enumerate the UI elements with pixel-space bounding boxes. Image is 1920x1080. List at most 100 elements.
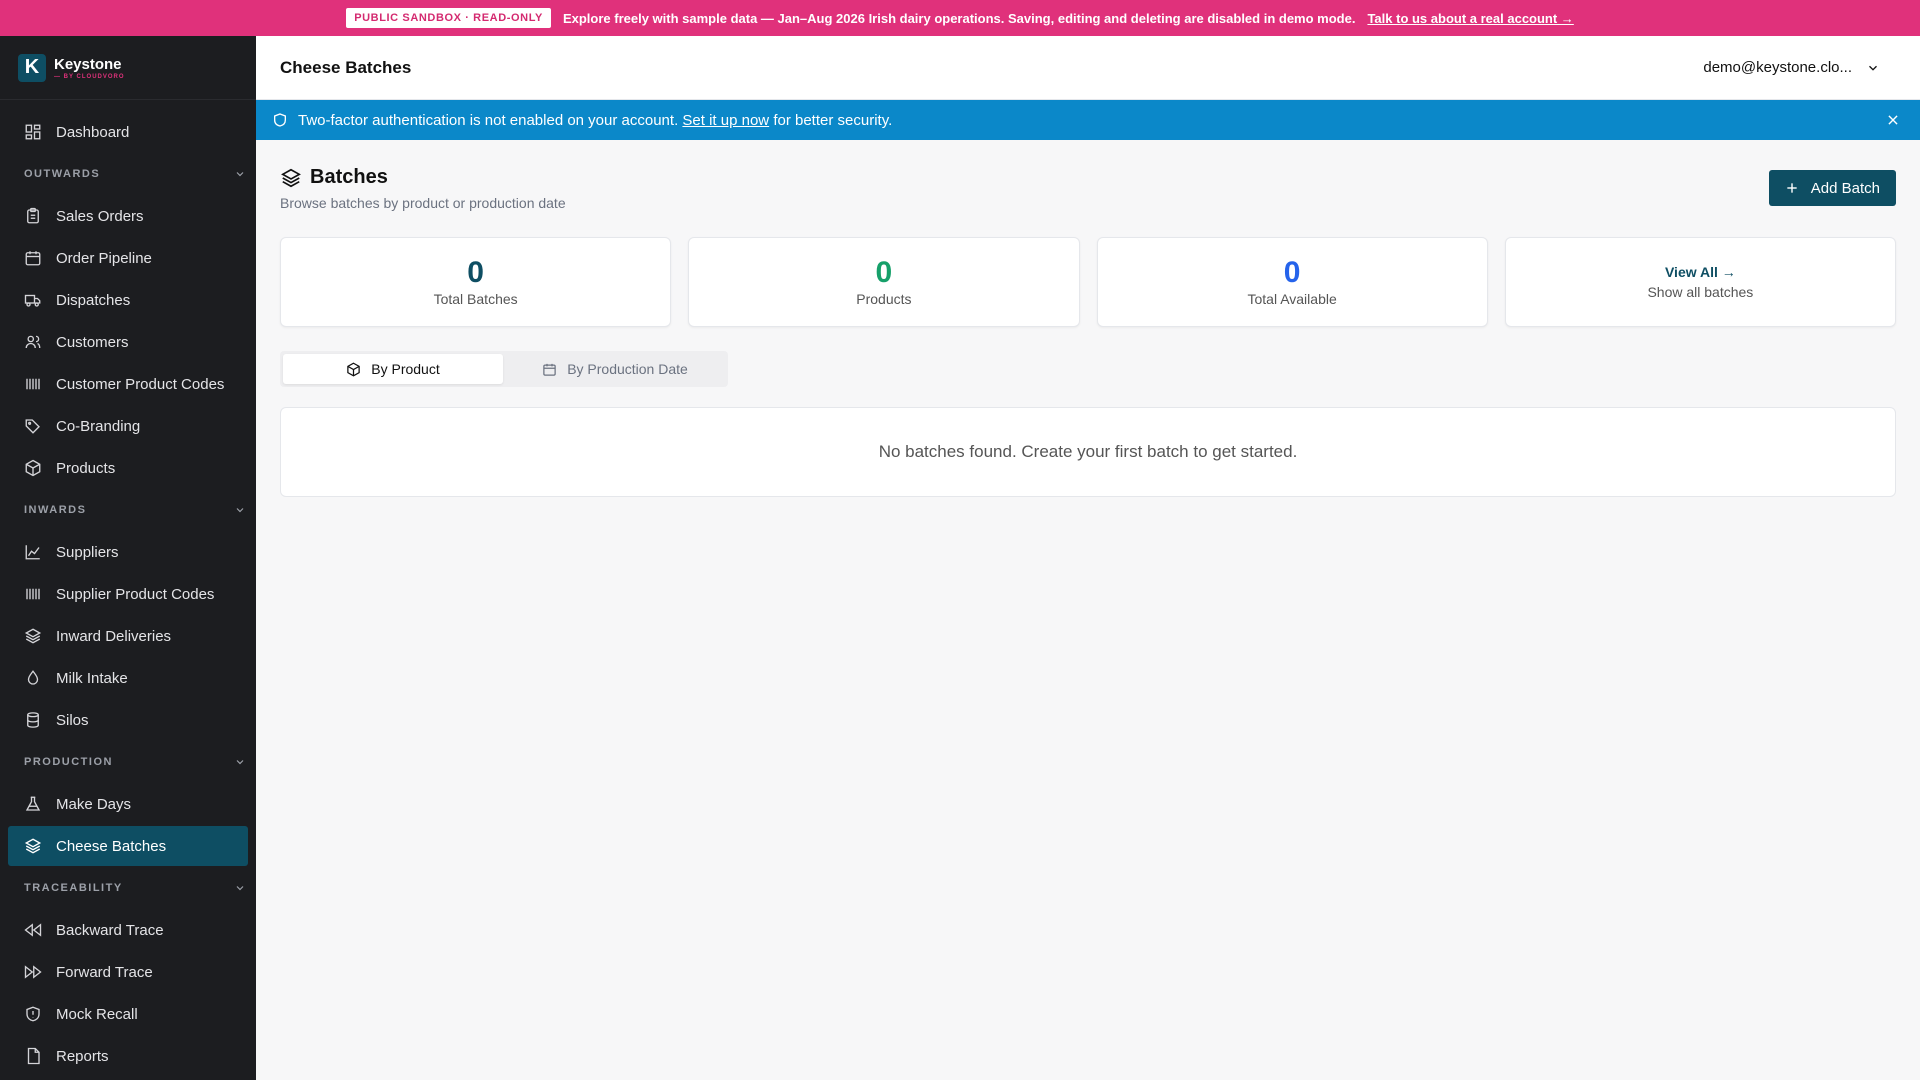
alert-text-after: for better security.	[773, 111, 893, 129]
calendar-icon	[25, 251, 41, 266]
tab-label: By Production Date	[567, 361, 688, 377]
layers-icon	[281, 168, 301, 187]
sidebar-item-sales-orders[interactable]: Sales Orders	[8, 196, 248, 236]
flask-icon	[25, 796, 41, 811]
sidebar-section-inwards[interactable]: INWARDS	[0, 490, 256, 530]
sidebar-item-label: Reports	[56, 1047, 109, 1065]
brand[interactable]: K Keystone — BY CLOUDVORO	[0, 36, 256, 100]
view-all-sub: Show all batches	[1647, 284, 1754, 300]
stat-value: 0	[875, 256, 893, 289]
dashboard-icon	[25, 124, 41, 140]
empty-state: No batches found. Create your first batc…	[280, 407, 1896, 497]
sidebar: K Keystone — BY CLOUDVORO Dashboard OUTW…	[0, 36, 256, 1080]
sidebar-section-production[interactable]: PRODUCTION	[0, 742, 256, 782]
sidebar-item-backward-trace[interactable]: Backward Trace	[8, 910, 248, 950]
brand-logo: K	[18, 53, 46, 82]
chevron-down-icon	[236, 886, 244, 891]
page-subtitle: Browse batches by product or production …	[280, 195, 566, 211]
stat-value: 0	[467, 256, 484, 289]
brand-name: Keystone	[54, 55, 122, 73]
package-open-icon	[24, 628, 42, 644]
sidebar-item-cheese-batches[interactable]: Cheese Batches	[8, 826, 248, 866]
chevron-down-icon	[236, 760, 244, 765]
tags-icon	[25, 419, 40, 434]
sidebar-item-products[interactable]: Products	[8, 448, 248, 488]
sidebar-item-supplier-product-codes[interactable]: Supplier Product Codes	[8, 574, 248, 614]
view-tabs: By Product By Production Date	[280, 351, 728, 387]
section-title: PRODUCTION	[24, 756, 113, 768]
barcode-icon	[26, 378, 40, 390]
stat-label: Total Batches	[433, 291, 518, 307]
sidebar-item-co-branding[interactable]: Co-Branding	[8, 406, 248, 446]
sidebar-item-milk-intake[interactable]: Milk Intake	[8, 658, 248, 698]
setup-2fa-link[interactable]: Set it up now	[682, 112, 769, 129]
section-title: INWARDS	[24, 504, 87, 516]
sidebar-item-label: Dashboard	[56, 123, 130, 141]
sidebar-item-label: Forward Trace	[56, 963, 153, 981]
sidebar-item-label: Dispatches	[56, 291, 131, 309]
page-title: Batches	[280, 166, 566, 189]
user-menu[interactable]: demo@keystone.clo...	[1703, 59, 1880, 76]
close-icon[interactable]	[1886, 113, 1900, 127]
sidebar-nav: Dashboard OUTWARDS Sales Orders Order Pipe…	[0, 100, 256, 1076]
chevron-down-icon	[236, 172, 244, 177]
package-icon	[25, 459, 41, 477]
view-all-card[interactable]: View All → Show all batches	[1504, 237, 1896, 327]
clipboard-icon	[27, 207, 39, 224]
factory-icon	[25, 545, 40, 560]
sidebar-item-label: Milk Intake	[56, 669, 128, 687]
shield-icon	[274, 113, 286, 127]
sidebar-item-mock-recall[interactable]: Mock Recall	[8, 994, 248, 1034]
tab-label: By Product	[371, 361, 440, 377]
sidebar-item-label: Products	[56, 459, 116, 477]
fast-forward-icon	[24, 965, 42, 979]
file-icon	[27, 1047, 40, 1065]
sidebar-item-label: Suppliers	[56, 543, 119, 561]
sidebar-item-label: Supplier Product Codes	[56, 585, 215, 603]
sidebar-item-label: Mock Recall	[56, 1005, 138, 1023]
main-content: Batches Browse batches by product or pro…	[280, 140, 1896, 497]
sidebar-item-label: Order Pipeline	[56, 249, 152, 267]
sidebar-item-label: Backward Trace	[56, 921, 164, 939]
page-title-text: Batches	[310, 166, 388, 188]
sidebar-item-dispatches[interactable]: Dispatches	[8, 280, 248, 320]
sandbox-message: Explore freely with sample data — Jan–Au…	[562, 10, 1356, 26]
barcode-icon	[26, 588, 40, 600]
sidebar-item-label: Customers	[56, 333, 129, 351]
page-header-title: Cheese Batches	[280, 57, 412, 77]
two-factor-alert: Two-factor authentication is not enabled…	[256, 100, 1920, 140]
sidebar-item-label: Sales Orders	[56, 207, 144, 225]
sidebar-item-dashboard[interactable]: Dashboard	[8, 112, 248, 152]
sidebar-item-label: Cheese Batches	[56, 837, 167, 855]
stat-label: Products	[856, 291, 912, 307]
chevron-down-icon	[1869, 65, 1877, 71]
sidebar-item-make-days[interactable]: Make Days	[8, 784, 248, 824]
real-account-link[interactable]: Talk to us about a real account →	[1367, 11, 1573, 26]
sidebar-item-label: Co-Branding	[56, 417, 141, 435]
rewind-icon	[24, 923, 42, 937]
sidebar-item-order-pipeline[interactable]: Order Pipeline	[8, 238, 248, 278]
sidebar-item-customer-product-codes[interactable]: Customer Product Codes	[8, 364, 248, 404]
sidebar-item-silos[interactable]: Silos	[8, 700, 248, 740]
sidebar-item-reports[interactable]: Reports	[8, 1036, 248, 1076]
sidebar-section-traceability[interactable]: TRACEABILITY	[0, 868, 256, 908]
stat-cards: 0 Total Batches 0 Products 0 Total Avail…	[280, 237, 1896, 327]
sidebar-item-customers[interactable]: Customers	[8, 322, 248, 362]
sidebar-item-label: Customer Product Codes	[56, 375, 225, 393]
stat-label: Total Available	[1247, 291, 1337, 307]
stat-value: 0	[1283, 256, 1301, 289]
sidebar-section-outwards[interactable]: OUTWARDS	[0, 154, 256, 194]
shield-alert-icon	[26, 1006, 40, 1022]
add-batch-button[interactable]: Add Batch	[1768, 170, 1896, 206]
sidebar-item-inward-deliveries[interactable]: Inward Deliveries	[8, 616, 248, 656]
sidebar-item-suppliers[interactable]: Suppliers	[8, 532, 248, 572]
tab-by-product[interactable]: By Product	[283, 354, 503, 384]
layers-icon	[24, 838, 42, 854]
sidebar-item-forward-trace[interactable]: Forward Trace	[8, 952, 248, 992]
droplet-icon	[27, 670, 39, 685]
stat-card-products: 0 Products	[688, 237, 1080, 327]
plus-icon	[1787, 183, 1797, 193]
view-all-link[interactable]: View All →	[1665, 264, 1736, 280]
brand-sub: — BY CLOUDVORO	[54, 73, 125, 80]
tab-by-production-date[interactable]: By Production Date	[505, 354, 725, 384]
